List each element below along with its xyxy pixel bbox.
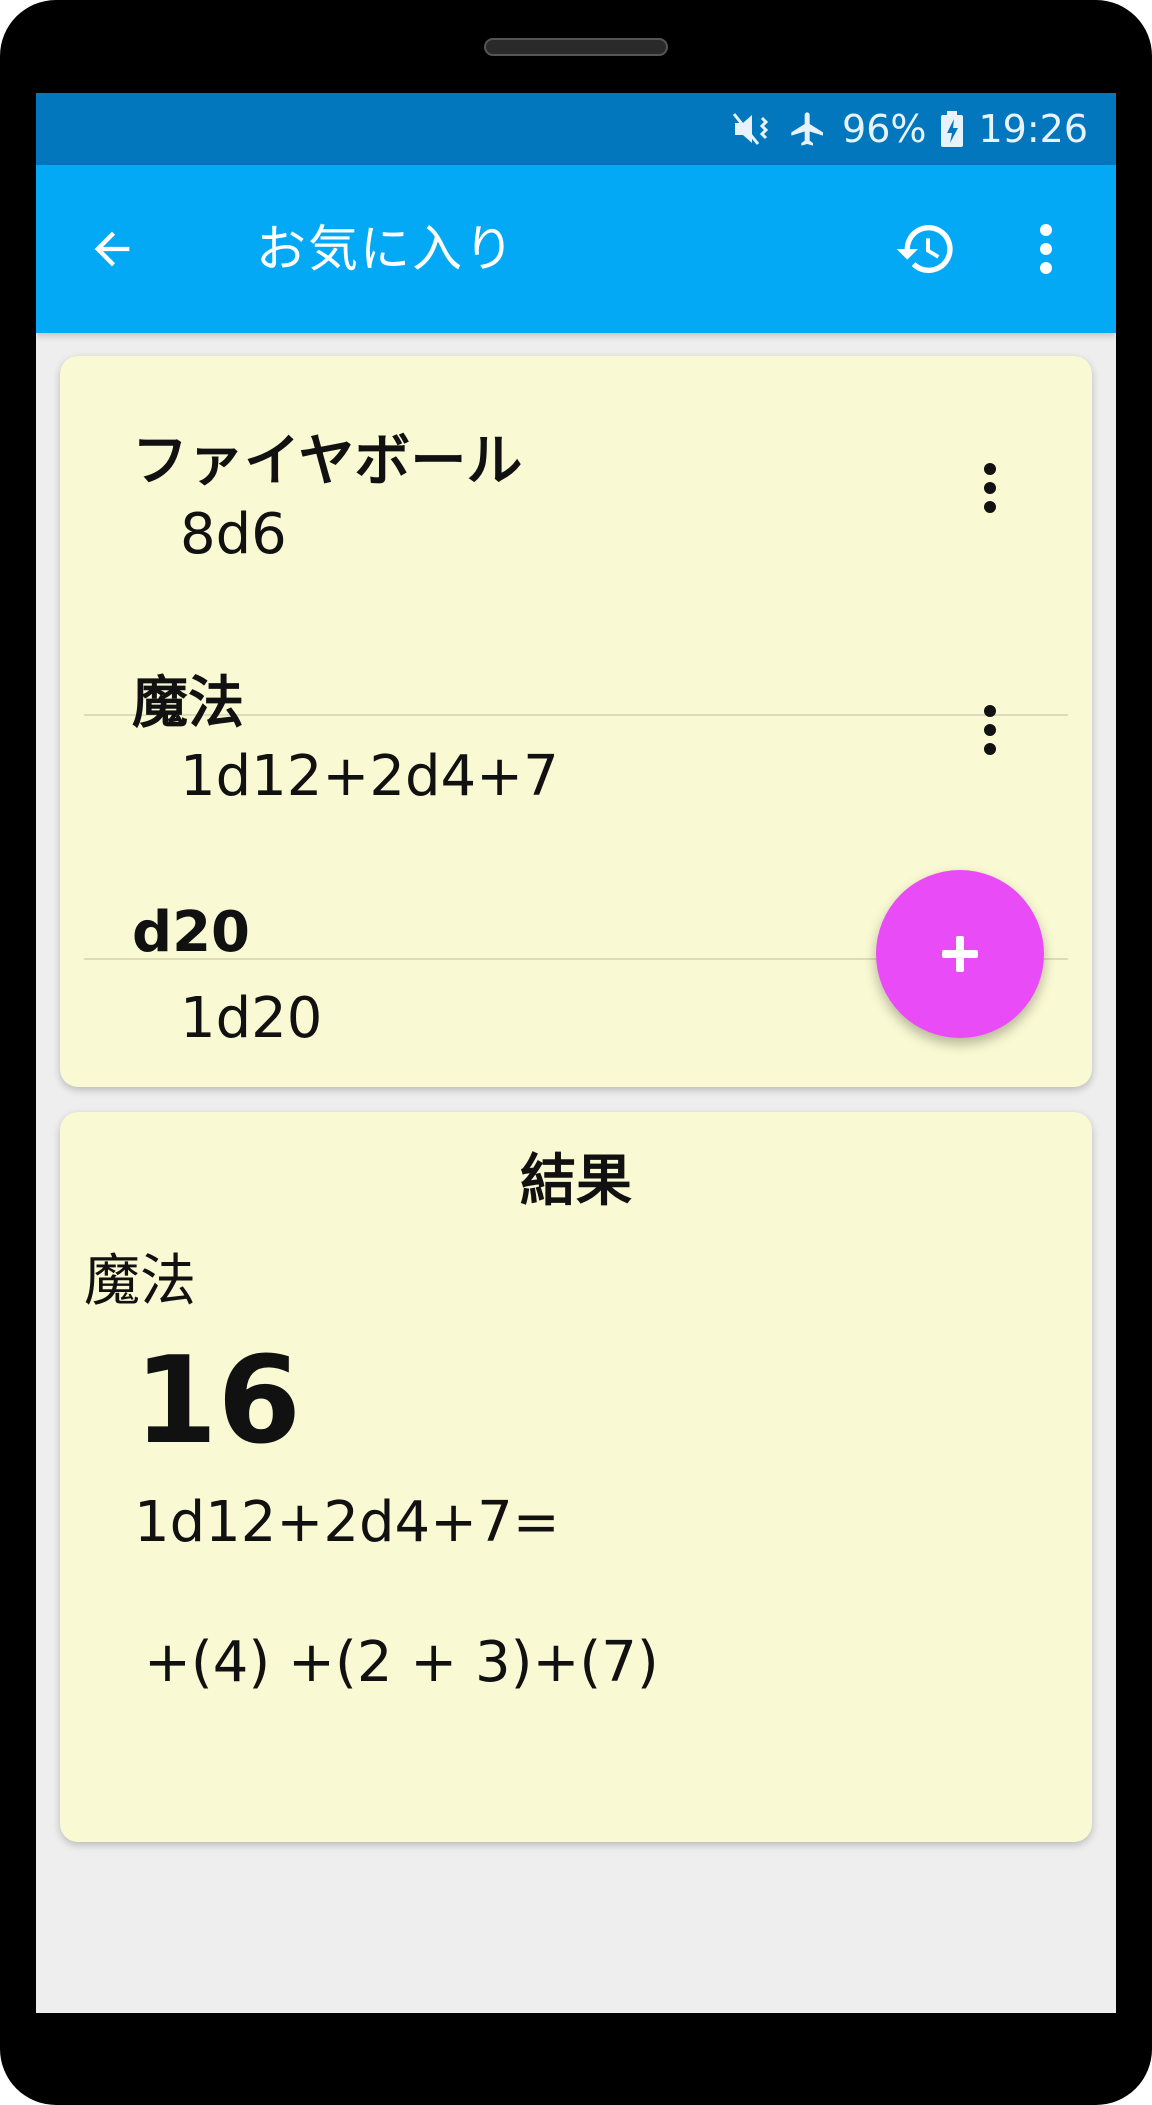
result-roll-name: 魔法: [84, 1249, 196, 1314]
app-toolbar: お気に入り: [36, 165, 1116, 333]
history-icon: [896, 225, 953, 274]
result-heading: 結果: [520, 1149, 632, 1214]
favorite-formula: 1d12+2d4+7: [180, 744, 559, 809]
page-title: お気に入り: [256, 220, 516, 278]
vibrate-mute-icon: [732, 110, 774, 148]
earpiece-speaker: [484, 38, 668, 56]
favorite-name: 魔法: [132, 671, 244, 736]
arrow-back-icon: [94, 231, 130, 267]
favorite-menu-button[interactable]: [970, 694, 1010, 766]
result-card: 結果 魔法 16 1d12+2d4+7= +(4) +(2 + 3)+(7): [60, 1112, 1092, 1842]
battery-charging-icon: [940, 110, 964, 148]
back-button[interactable]: [76, 213, 148, 285]
favorite-item[interactable]: 魔法 1d12+2d4+7: [60, 598, 1092, 838]
add-favorite-button[interactable]: [876, 870, 1044, 1038]
overflow-menu-button[interactable]: [1016, 213, 1076, 285]
favorite-item[interactable]: ファイヤボール 8d6: [60, 356, 1092, 596]
app-screen: 96% 19:26 お気に入り ファイヤボール 8d6 魔法 1d12+2d4+…: [36, 93, 1116, 2013]
favorite-formula: 1d20: [180, 986, 323, 1051]
phone-frame: 96% 19:26 お気に入り ファイヤボール 8d6 魔法 1d12+2d4+…: [0, 0, 1152, 2105]
history-button[interactable]: [890, 213, 962, 285]
status-icons: 96% 19:26: [732, 93, 1088, 165]
result-breakdown: +(4) +(2 + 3)+(7): [144, 1630, 659, 1695]
more-vert-icon: [984, 705, 996, 755]
favorite-formula: 8d6: [180, 502, 287, 567]
battery-percent: 96%: [842, 107, 927, 151]
more-vert-icon: [1040, 224, 1052, 274]
more-vert-icon: [984, 463, 996, 513]
status-bar: 96% 19:26: [36, 93, 1116, 165]
result-expression: 1d12+2d4+7=: [134, 1490, 560, 1555]
clock: 19:26: [978, 107, 1088, 151]
airplane-mode-icon: [788, 109, 828, 149]
favorite-name: d20: [132, 900, 251, 965]
plus-icon: [942, 936, 978, 972]
favorite-menu-button[interactable]: [970, 452, 1010, 524]
result-total: 16: [134, 1332, 301, 1471]
favorite-name: ファイヤボール: [132, 429, 523, 494]
